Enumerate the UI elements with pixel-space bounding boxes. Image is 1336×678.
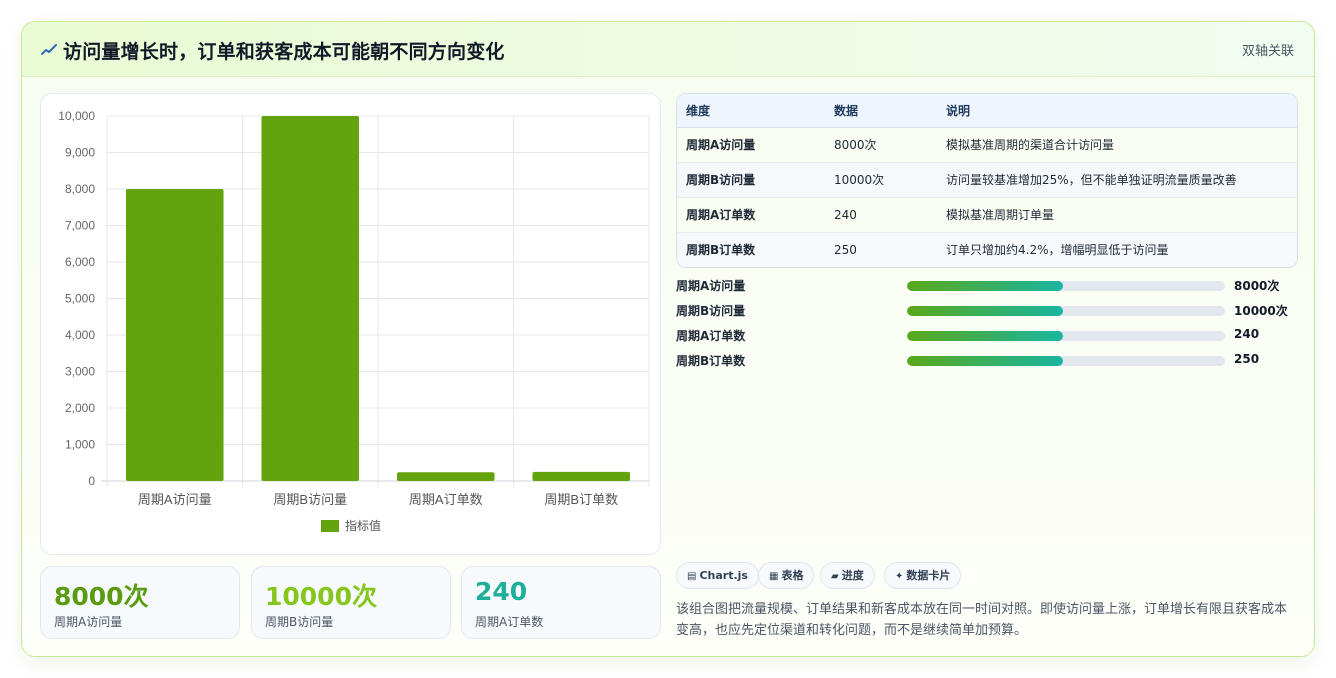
table-cell: 订单只增加约4.2%，增幅明显低于访问量 (937, 232, 1297, 267)
table-row: 周期A订单数 240 模拟基准周期订单量 (677, 197, 1297, 233)
progress-track (907, 306, 1225, 316)
progress-track (907, 331, 1225, 341)
bar (125, 189, 224, 481)
table-cell: 10000次 (825, 162, 937, 198)
column-header: 说明 (937, 94, 1297, 128)
progress-row-b-orders: 周期B订单数 250 (676, 352, 1298, 370)
table-header-row: 维度 数据 说明 (677, 94, 1297, 128)
table-cell: 周期A访问量 (677, 127, 825, 163)
card-header: 访问量增长时，订单和获客成本可能朝不同方向变化 双轴关联 (22, 22, 1314, 77)
progress-fill (907, 331, 1063, 341)
y-tick-label: 7,000 (65, 219, 95, 233)
progress-value: 10000次 (1234, 304, 1288, 318)
progress-label: 周期B订单数 (676, 354, 746, 368)
progress-icon: ▰ (831, 571, 839, 582)
table-icon: ▦ (769, 571, 779, 582)
table-cell: 周期B访问量 (677, 162, 825, 198)
table-cell: 访问量较基准增加25%，但不能单独证明流量质量改善 (937, 162, 1297, 198)
progress-track (907, 356, 1225, 366)
stat-card-b-visits: 10000次 周期B访问量 (251, 566, 451, 639)
y-tick-label: 6,000 (65, 255, 95, 269)
table-row: 周期A访问量 8000次 模拟基准周期的渠道合计访问量 (677, 127, 1297, 163)
progress-fill (907, 281, 1063, 291)
bar (396, 472, 495, 481)
table-cell: 8000次 (825, 127, 937, 163)
progress-fill (907, 356, 1063, 366)
chip-table[interactable]: ▦ 表格 (758, 562, 815, 589)
chart-icon: ▤ (687, 571, 697, 582)
chip-chartjs[interactable]: ▤ Chart.js (676, 562, 759, 589)
chip-label: 数据卡片 (906, 569, 951, 582)
x-tick-label: 周期A访问量 (138, 492, 212, 507)
progress-value: 250 (1234, 352, 1260, 366)
stat-value: 240 (475, 577, 528, 606)
dashboard-card: 访问量增长时，订单和获客成本可能朝不同方向变化 双轴关联 10,000 9,000… (21, 21, 1315, 657)
bar (532, 471, 631, 481)
stat-value: 8000次 (54, 582, 149, 611)
progress-row-a-visits: 周期A访问量 8000次 (676, 277, 1298, 295)
progress-label: 周期A订单数 (676, 329, 746, 343)
stat-card-a-orders: 240 周期A订单数 (461, 566, 661, 639)
chip-data-cards[interactable]: ✦ 数据卡片 (884, 562, 962, 589)
table-cell: 240 (825, 197, 937, 233)
x-tick-label: 周期B访问量 (273, 492, 347, 507)
stat-label: 周期A订单数 (475, 615, 544, 629)
y-tick-label: 4,000 (65, 328, 95, 342)
progress-row-a-orders: 周期A订单数 240 (676, 327, 1298, 345)
y-tick-label: 0 (88, 474, 95, 488)
table-row: 周期B访问量 10000次 访问量较基准增加25%，但不能单独证明流量质量改善 (677, 162, 1297, 198)
y-tick-label: 2,000 (65, 401, 95, 415)
stat-value: 10000次 (265, 582, 377, 611)
stat-label: 周期B访问量 (265, 615, 334, 629)
data-table: 维度 数据 说明 周期A访问量 8000次 模拟基准周期的渠道合计访问量 周期B… (676, 93, 1298, 268)
description-text: 该组合图把流量规模、订单结果和新客成本放在同一时间对照。即使访问量上涨，订单增长… (676, 602, 1288, 638)
chip-label: 表格 (781, 569, 804, 582)
chip-label: 进度 (841, 569, 864, 582)
progress-fill (907, 306, 1063, 316)
table-cell: 周期A订单数 (677, 197, 825, 233)
stat-label: 周期A访问量 (54, 615, 123, 629)
y-tick-label: 1,000 (65, 438, 95, 452)
chip-label: Chart.js (699, 569, 748, 582)
table-cell: 模拟基准周期订单量 (937, 197, 1297, 233)
progress-label: 周期A访问量 (676, 279, 746, 293)
bar-chart: 10,000 9,000 8,000 7,000 6,000 5,000 4,000 3,00… (58, 109, 650, 533)
table-row: 周期B订单数 250 订单只增加约4.2%，增幅明显低于访问量 (677, 232, 1297, 267)
column-header: 数据 (825, 94, 937, 128)
x-tick-label: 周期A订单数 (409, 492, 483, 507)
chip-progress[interactable]: ▰ 进度 (820, 562, 875, 589)
progress-row-b-visits: 周期B访问量 10000次 (676, 302, 1298, 320)
table-cell: 模拟基准周期的渠道合计访问量 (937, 127, 1297, 163)
table-cell: 周期B订单数 (677, 232, 825, 267)
y-tick-label: 5,000 (65, 292, 95, 306)
column-header: 维度 (677, 94, 825, 128)
y-tick-label: 10,000 (58, 109, 95, 123)
dual-axis-badge: 双轴关联 (1241, 44, 1294, 59)
y-tick-label: 3,000 (65, 365, 95, 379)
bar-chart-panel: 10,000 9,000 8,000 7,000 6,000 5,000 4,000 3,00… (40, 93, 661, 555)
bar (261, 116, 360, 481)
progress-label: 周期B访问量 (676, 304, 746, 318)
progress-value: 240 (1234, 327, 1260, 341)
trend-line-icon (41, 44, 57, 55)
x-tick-label: 周期B订单数 (544, 492, 618, 507)
legend-label: 指标值 (345, 518, 381, 533)
legend-swatch (321, 520, 339, 532)
progress-track (907, 281, 1225, 291)
stat-card-a-visits: 8000次 周期A访问量 (40, 566, 240, 639)
page-title: 访问量增长时，订单和获客成本可能朝不同方向变化 (63, 41, 505, 63)
table-cell: 250 (825, 232, 937, 267)
sparkle-icon: ✦ (895, 571, 904, 582)
y-tick-label: 9,000 (65, 146, 95, 160)
progress-value: 8000次 (1234, 279, 1280, 293)
y-tick-label: 8,000 (65, 182, 95, 196)
